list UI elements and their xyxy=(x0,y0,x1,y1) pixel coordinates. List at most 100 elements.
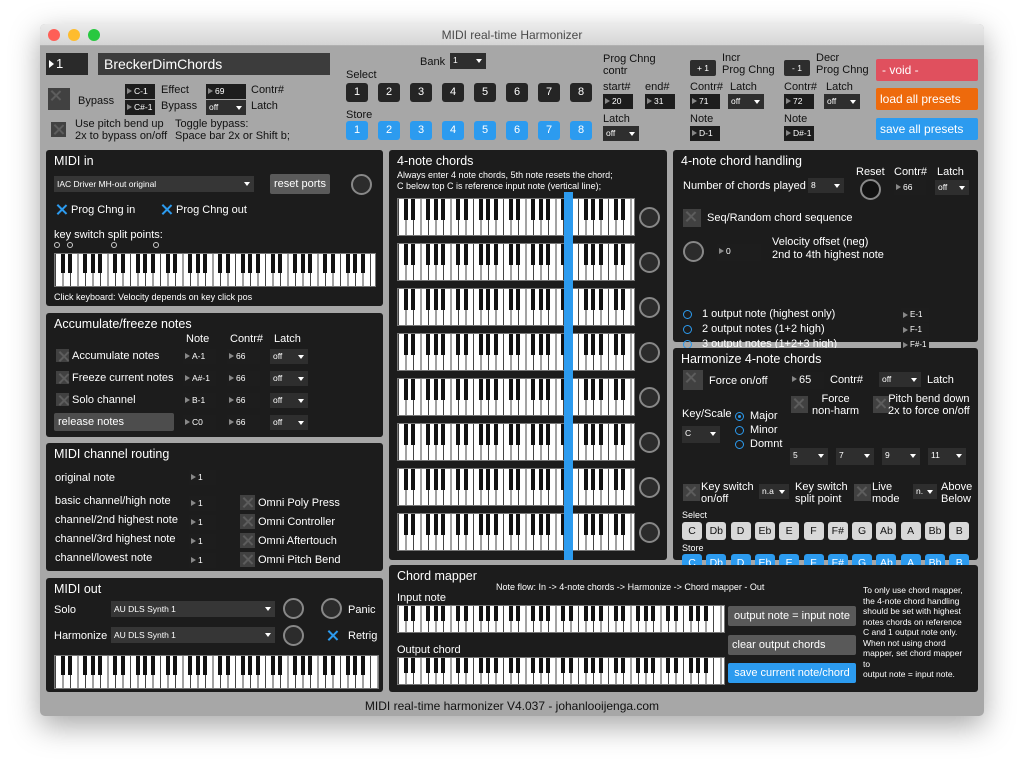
bank-store-button[interactable]: 7 xyxy=(538,121,560,140)
original-note-channel[interactable]: 1 xyxy=(189,470,216,485)
accumulate-row-latch[interactable]: off xyxy=(270,371,308,386)
bypass-toggle[interactable] xyxy=(48,88,70,110)
chord-keyboard[interactable] xyxy=(397,468,635,506)
chord-keyboard[interactable] xyxy=(397,423,635,461)
incr-latch-dropdown[interactable]: off xyxy=(728,94,764,109)
bank-select-button[interactable]: 5 xyxy=(474,83,496,102)
midi-out-keyboard[interactable] xyxy=(54,655,379,689)
bank-store-button[interactable]: 2 xyxy=(378,121,400,140)
load-all-presets-button[interactable]: load all presets xyxy=(876,88,978,110)
bank-store-button[interactable]: 8 xyxy=(570,121,592,140)
key-dropdown[interactable]: C xyxy=(682,426,720,443)
panic-button-indicator[interactable] xyxy=(321,598,342,619)
interval-dropdown[interactable]: 5 xyxy=(790,448,828,465)
zoom-window-button[interactable] xyxy=(88,29,100,41)
pitch-select-button[interactable]: Bb xyxy=(925,522,945,540)
decr-contr-value[interactable]: 72 xyxy=(784,94,814,109)
bank-select-button[interactable]: 8 xyxy=(570,83,592,102)
force-toggle[interactable] xyxy=(683,370,703,390)
accumulate-row-latch[interactable]: off xyxy=(270,349,308,364)
chord-keyboard[interactable] xyxy=(397,243,635,281)
bank-store-button[interactable]: 1 xyxy=(346,121,368,140)
pitch-bend-bypass-toggle[interactable] xyxy=(51,122,66,137)
omni-toggle[interactable] xyxy=(240,552,255,567)
pitch-select-button[interactable]: Ab xyxy=(876,522,897,540)
pitch-select-button[interactable]: C xyxy=(682,522,702,540)
solo-synth-dropdown[interactable]: AU DLS Synth 1 xyxy=(111,601,275,617)
routing-channel-value[interactable]: 1 xyxy=(189,553,216,568)
routing-channel-value[interactable]: 1 xyxy=(189,534,216,549)
void-preset-button[interactable]: - void - xyxy=(876,59,978,81)
interval-dropdown[interactable]: 7 xyxy=(836,448,874,465)
bank-select-button[interactable]: 4 xyxy=(442,83,464,102)
handling-latch-dropdown[interactable]: off xyxy=(935,180,969,195)
scale-radio[interactable] xyxy=(735,440,744,449)
close-window-button[interactable] xyxy=(48,29,60,41)
bank-store-button[interactable]: 5 xyxy=(474,121,496,140)
above-below-dropdown[interactable]: n. xyxy=(913,484,937,499)
handling-contr-value[interactable]: 66 xyxy=(894,180,926,195)
interval-dropdown[interactable]: 11 xyxy=(928,448,966,465)
num-chords-dropdown[interactable]: 8 xyxy=(808,178,844,193)
output-chord-keyboard[interactable] xyxy=(397,657,725,685)
pitch-select-button[interactable]: Eb xyxy=(754,522,775,540)
output-note-value[interactable]: E-1 xyxy=(901,308,929,322)
interval-dropdown[interactable]: 9 xyxy=(882,448,920,465)
bank-select-button[interactable]: 6 xyxy=(506,83,528,102)
release-notes-button[interactable]: release notes xyxy=(54,413,174,431)
force-value[interactable]: 65 xyxy=(790,372,824,389)
save-note-chord-button[interactable]: save current note/chord xyxy=(728,663,856,683)
start-value[interactable]: 20 xyxy=(603,94,633,109)
force-nonharm-toggle[interactable] xyxy=(791,396,808,413)
scale-radio[interactable] xyxy=(735,412,744,421)
accumulate-row-contr[interactable]: 66 xyxy=(227,371,260,386)
reset-button[interactable] xyxy=(860,179,881,200)
preset-name-field[interactable]: BreckerDimChords xyxy=(98,53,330,75)
decr-prog-button[interactable]: - 1 xyxy=(784,60,810,76)
pitch-select-button[interactable]: F xyxy=(803,522,824,540)
accumulate-row-toggle[interactable] xyxy=(56,349,69,362)
accumulate-row-note[interactable]: C0 xyxy=(183,415,216,430)
accumulate-row-latch[interactable]: off xyxy=(270,415,308,430)
reset-ports-button[interactable]: reset ports xyxy=(270,174,330,194)
clear-output-chords-button[interactable]: clear output chords xyxy=(728,635,856,655)
scale-radio[interactable] xyxy=(735,426,744,435)
routing-channel-value[interactable]: 1 xyxy=(189,515,216,530)
bank-store-button[interactable]: 3 xyxy=(410,121,432,140)
velocity-offset-value[interactable]: 0 xyxy=(717,244,761,261)
incr-note-value[interactable]: D-1 xyxy=(690,126,720,141)
decr-note-value[interactable]: D#-1 xyxy=(784,126,814,141)
omni-toggle[interactable] xyxy=(240,495,255,510)
pitch-select-button[interactable]: B xyxy=(949,522,970,540)
key-switch-dropdown[interactable]: n.a xyxy=(759,484,789,499)
accumulate-row-contr[interactable]: 66 xyxy=(227,393,260,408)
output-note-radio[interactable] xyxy=(683,310,692,319)
decr-latch-dropdown[interactable]: off xyxy=(824,94,860,109)
chord-keyboard[interactable] xyxy=(397,513,635,551)
bank-select-button[interactable]: 1 xyxy=(346,83,368,102)
accumulate-row-contr[interactable]: 66 xyxy=(227,415,260,430)
pitch-select-button[interactable]: F# xyxy=(827,522,848,540)
retrig-toggle[interactable] xyxy=(325,628,340,643)
midi-in-port-dropdown[interactable]: IAC Driver MH-out original xyxy=(54,176,254,192)
chord-keyboard[interactable] xyxy=(397,378,635,416)
accumulate-row-toggle[interactable] xyxy=(56,371,69,384)
omni-toggle[interactable] xyxy=(240,533,255,548)
bank-select-button[interactable]: 2 xyxy=(378,83,400,102)
pitch-select-button[interactable]: E xyxy=(779,522,800,540)
incr-contr-value[interactable]: 71 xyxy=(690,94,720,109)
bypass-note-bottom[interactable]: C#-1 xyxy=(125,100,155,115)
bank-store-button[interactable]: 4 xyxy=(442,121,464,140)
harmonize-latch-dropdown[interactable]: off xyxy=(879,372,921,387)
midi-in-keyboard[interactable] xyxy=(54,253,376,287)
output-note-radio[interactable] xyxy=(683,325,692,334)
bypass-note-top[interactable]: C-1 xyxy=(125,84,155,99)
prog-chng-in-toggle[interactable] xyxy=(54,202,69,217)
save-all-presets-button[interactable]: save all presets xyxy=(876,118,978,140)
accumulate-row-latch[interactable]: off xyxy=(270,393,308,408)
accumulate-row-note[interactable]: A-1 xyxy=(183,349,216,364)
chord-keyboard[interactable] xyxy=(397,198,635,236)
preset-number[interactable]: 1 xyxy=(46,53,88,75)
input-note-keyboard[interactable] xyxy=(397,605,725,633)
harmonize-synth-dropdown[interactable]: AU DLS Synth 1 xyxy=(111,627,275,643)
